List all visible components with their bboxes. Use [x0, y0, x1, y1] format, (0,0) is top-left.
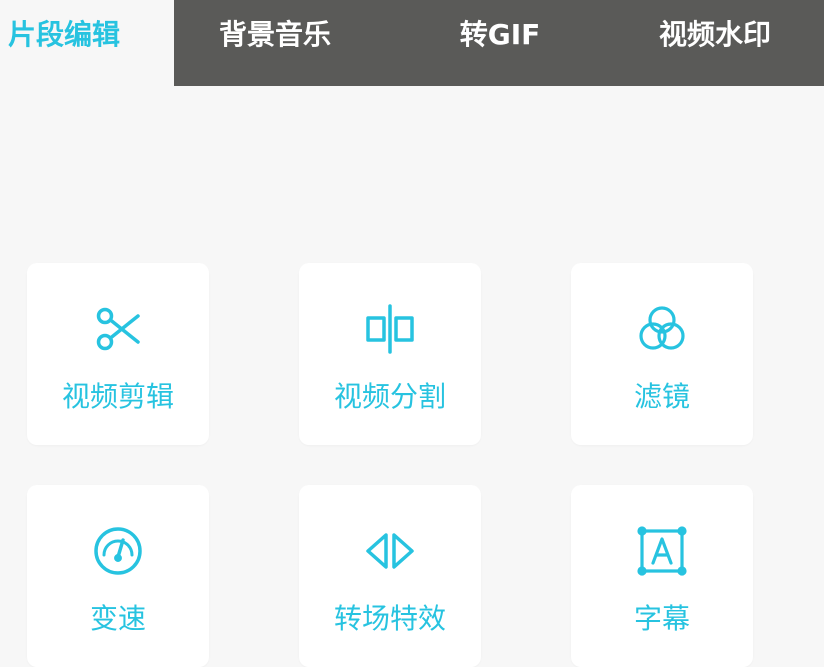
tool-label: 字幕: [633, 602, 690, 635]
filter-circles-icon: [636, 303, 688, 355]
tab-video-watermark[interactable]: 视频水印: [630, 0, 800, 66]
tool-card-transition[interactable]: 转场特效: [299, 485, 481, 667]
tool-card-subtitle[interactable]: 字幕: [571, 485, 753, 667]
tool-label: 视频分割: [333, 380, 446, 413]
tab-to-gif[interactable]: 转GIF: [420, 0, 580, 66]
scissors-icon: [92, 303, 144, 355]
speedometer-icon: [92, 525, 144, 577]
tool-card-filter[interactable]: 滤镜: [571, 263, 753, 445]
tool-label: 视频剪辑: [61, 380, 174, 413]
text-box-icon: [636, 525, 688, 577]
tool-card-video-trim[interactable]: 视频剪辑: [27, 263, 209, 445]
tool-label: 滤镜: [633, 380, 690, 413]
split-icon: [364, 303, 416, 355]
tool-label: 变速: [89, 602, 146, 635]
tab-clip-edit[interactable]: 片段编辑: [0, 0, 174, 66]
tab-background-music[interactable]: 背景音乐: [190, 0, 360, 66]
tool-label: 转场特效: [333, 602, 446, 635]
transition-arrows-icon: [364, 525, 416, 577]
tool-card-speed[interactable]: 变速: [27, 485, 209, 667]
tab-bar: 片段编辑 背景音乐 转GIF 视频水印: [0, 0, 824, 86]
tool-card-video-split[interactable]: 视频分割: [299, 263, 481, 445]
